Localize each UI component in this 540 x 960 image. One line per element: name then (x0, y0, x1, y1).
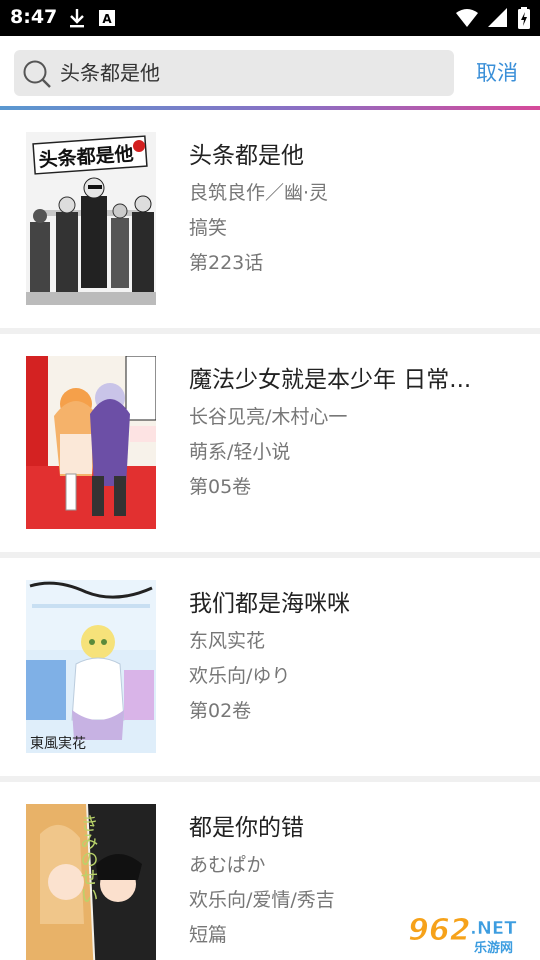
result-genre: 萌系/轻小说 (189, 441, 291, 463)
signal-icon (488, 8, 508, 32)
manga-cover: きみのせい (26, 804, 156, 960)
result-author: 良筑良作／幽·灵 (189, 182, 329, 204)
svg-text:A: A (102, 12, 112, 26)
result-title: 魔法少女就是本少年 日常... (189, 367, 472, 393)
site-watermark-logo: 962 .NET 乐游网 (400, 906, 538, 958)
result-chapter: 第05卷 (189, 476, 252, 498)
a-notification-icon: A (98, 8, 116, 32)
result-item[interactable]: 头条都是他 头条都是他 良筑良作／幽·灵 搞笑 第223话 (0, 110, 540, 328)
result-chapter: 第02卷 (189, 700, 252, 722)
result-chapter: 短篇 (189, 924, 228, 946)
result-title: 我们都是海咪咪 (189, 591, 350, 617)
cancel-button[interactable]: 取消 (476, 50, 518, 96)
manga-cover: 头条都是他 (26, 132, 156, 305)
result-item[interactable]: 魔法少女就是本少年 日常... 长谷见亮/木村心一 萌系/轻小说 第05卷 (0, 334, 540, 552)
result-chapter: 第223话 (189, 252, 264, 274)
result-author: 长谷见亮/木村心一 (189, 406, 348, 428)
result-genre: 欢乐向/爱情/秀吉 (189, 889, 335, 911)
cover-title-text: きみのせい (78, 814, 99, 904)
status-icons-left: A (68, 8, 116, 32)
wifi-icon (456, 8, 478, 32)
search-input[interactable]: 头条都是他 (60, 50, 160, 96)
search-box[interactable]: 头条都是他 (14, 50, 454, 96)
search-results-list: 头条都是他 头条都是他 良筑良作／幽·灵 搞笑 第223话 魔法少女就是本少年 … (0, 110, 540, 960)
watermark-sub: 乐游网 (474, 940, 513, 956)
status-time: 8:47 (10, 6, 58, 28)
status-bar: 8:47 A (0, 0, 540, 36)
manga-cover (26, 356, 156, 529)
result-genre: 欢乐向/ゆり (189, 665, 291, 687)
cover-author-text: 東風実花 (30, 736, 86, 752)
result-item[interactable]: 東風実花 我们都是海咪咪 东风实花 欢乐向/ゆり 第02卷 (0, 558, 540, 776)
download-icon (68, 8, 86, 32)
result-author: 东风实花 (189, 630, 266, 652)
watermark-number: 962 (408, 913, 471, 948)
watermark-suffix: .NET (470, 918, 517, 939)
search-icon (22, 59, 52, 89)
result-title: 都是你的错 (189, 815, 304, 841)
result-title: 头条都是他 (189, 143, 304, 169)
search-header: 头条都是他 取消 (0, 36, 540, 106)
result-genre: 搞笑 (189, 217, 228, 239)
manga-cover: 東風実花 (26, 580, 156, 753)
status-icons-right (456, 7, 530, 33)
result-author: あむぱか (189, 854, 266, 876)
battery-charging-icon (518, 7, 530, 33)
